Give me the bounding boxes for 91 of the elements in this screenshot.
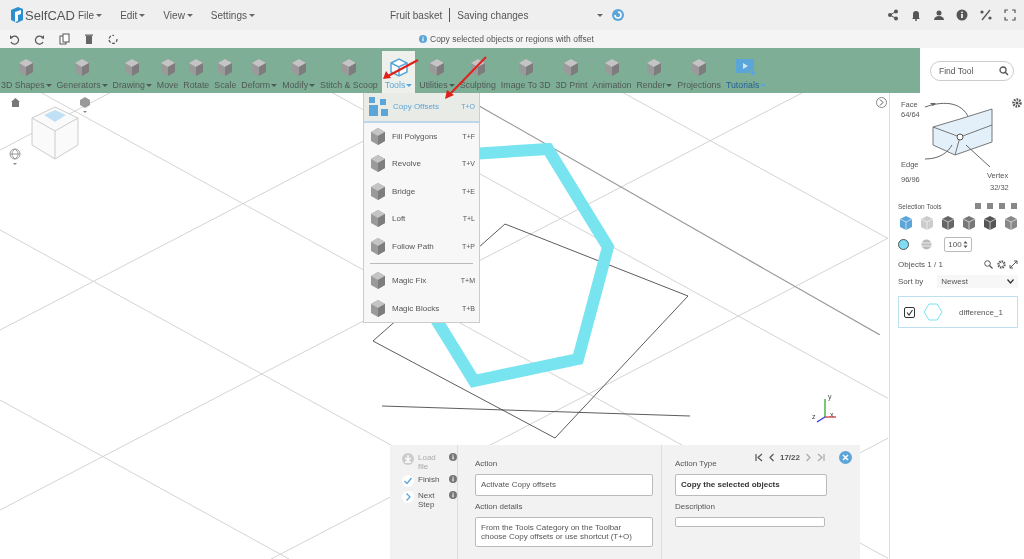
previous-icon[interactable]	[768, 453, 774, 462]
toolbar-button[interactable]: Tools	[381, 51, 416, 93]
page-counter: 17/22	[779, 453, 800, 462]
sort-dropdown[interactable]: Newest	[937, 275, 1018, 288]
step-button[interactable]: Next Step	[402, 491, 457, 509]
opacity-field[interactable]: 100	[944, 237, 972, 252]
menu-item[interactable]: Edit	[120, 9, 146, 21]
spinner-icon	[611, 8, 625, 22]
download-icon	[402, 453, 414, 465]
toolbar-button[interactable]: Sculpting	[458, 51, 497, 93]
spinner-arrows-icon	[962, 240, 968, 249]
toolbar-button[interactable]: Scale	[213, 51, 238, 93]
collapse-button[interactable]	[876, 97, 887, 108]
bell-icon[interactable]	[910, 9, 922, 21]
toolbar-button[interactable]: Render	[635, 51, 674, 93]
menu-item[interactable]: Settings	[210, 9, 255, 21]
share-icon[interactable]	[887, 9, 899, 21]
percent-icon[interactable]	[979, 9, 993, 21]
toolbar-button[interactable]: 3D Shapes	[0, 51, 53, 93]
info-icon	[449, 475, 457, 483]
toolbar-button[interactable]: Tutorials	[724, 51, 768, 93]
action-field: Activate Copy offsets	[475, 474, 653, 496]
field-label: Action	[475, 459, 499, 468]
copy-icon[interactable]	[59, 33, 70, 45]
chevron-right-icon	[879, 99, 884, 106]
info-icon	[449, 453, 457, 461]
toolbar-button[interactable]: Animation	[591, 51, 633, 93]
field-label: Description	[675, 502, 716, 511]
sort-label: Sort by	[898, 277, 924, 286]
toolbar-button[interactable]: Projections	[676, 51, 722, 93]
menu-item[interactable]: File	[78, 9, 103, 21]
toolbar-button[interactable]: Generators	[55, 51, 109, 93]
find-tool-field[interactable]: Find Tool	[930, 60, 1014, 81]
close-button[interactable]	[839, 451, 852, 464]
app-logo-text: SelfCAD	[25, 7, 75, 23]
toolbar-button[interactable]: 3D Print	[554, 51, 589, 93]
save-status: Saving changes	[457, 9, 530, 21]
toolbar-button[interactable]: Modify	[281, 51, 317, 93]
field-label: Action details	[475, 502, 524, 511]
toolbar-button[interactable]: Move	[155, 51, 180, 93]
info-icon[interactable]	[956, 9, 968, 21]
globe-icon[interactable]	[9, 148, 21, 166]
toolbar-button[interactable]: Image To 3D	[499, 51, 552, 93]
checkbox[interactable]	[904, 306, 915, 318]
toolbar-button[interactable]: Utilities	[418, 51, 456, 93]
field-label: Action Type	[675, 459, 718, 468]
camera-icon[interactable]	[79, 96, 91, 114]
cube-outline-icon	[387, 56, 410, 78]
action-type-field: Copy the selected objects	[675, 474, 827, 496]
caret-icon	[249, 13, 255, 17]
logo-icon	[10, 7, 23, 23]
settings-icon[interactable]	[1012, 98, 1022, 108]
toolbar-button[interactable]: Deform	[240, 51, 279, 93]
search-icon[interactable]	[999, 65, 1009, 76]
objects-count: Objects 1 / 1	[898, 260, 944, 269]
color-swatch[interactable]	[898, 239, 909, 250]
document-title[interactable]: Fruit basket	[390, 9, 443, 21]
menu-item[interactable]: View	[163, 9, 193, 21]
toolbar-button[interactable]: Rotate	[182, 51, 211, 93]
toolbar-button[interactable]: Stitch & Scoop	[319, 51, 379, 93]
checkmark-icon	[402, 475, 414, 487]
settings-icon[interactable]	[996, 260, 1007, 269]
caret-icon	[597, 13, 603, 17]
chevron-down-icon	[1007, 279, 1014, 284]
trash-icon[interactable]	[84, 33, 94, 45]
close-icon	[842, 454, 849, 461]
video-icon	[735, 56, 758, 78]
check-icon	[906, 308, 913, 316]
caret-icon	[96, 13, 103, 17]
action-details-field: From the Tools Category on the Toolbar choose Copy offsets or use shortcut (T+O)	[475, 517, 653, 547]
object-list-item[interactable]: difference_1	[898, 296, 1018, 328]
redo-icon[interactable]	[34, 33, 45, 45]
undo-icon[interactable]	[9, 33, 20, 45]
caret-icon	[930, 103, 936, 106]
info-icon	[419, 35, 427, 43]
expand-icon[interactable]	[1009, 260, 1018, 269]
info-icon	[449, 491, 457, 499]
user-icon[interactable]	[933, 9, 945, 21]
search-icon[interactable]	[984, 260, 993, 269]
annotation-arrow	[383, 59, 419, 79]
home-icon[interactable]	[10, 97, 21, 107]
step-button[interactable]: Finish	[402, 475, 457, 487]
caret-icon	[186, 13, 193, 17]
toolbar-button[interactable]: Drawing	[111, 51, 153, 93]
hint-text: Copy selected objects or regions with offset	[430, 34, 594, 44]
caret-icon	[139, 13, 146, 17]
hexagon-icon	[923, 302, 943, 322]
refresh-icon[interactable]	[108, 33, 119, 45]
plane-icon[interactable]	[1003, 215, 1019, 231]
first-page-icon[interactable]	[754, 453, 763, 462]
fullscreen-icon[interactable]	[1004, 9, 1016, 21]
